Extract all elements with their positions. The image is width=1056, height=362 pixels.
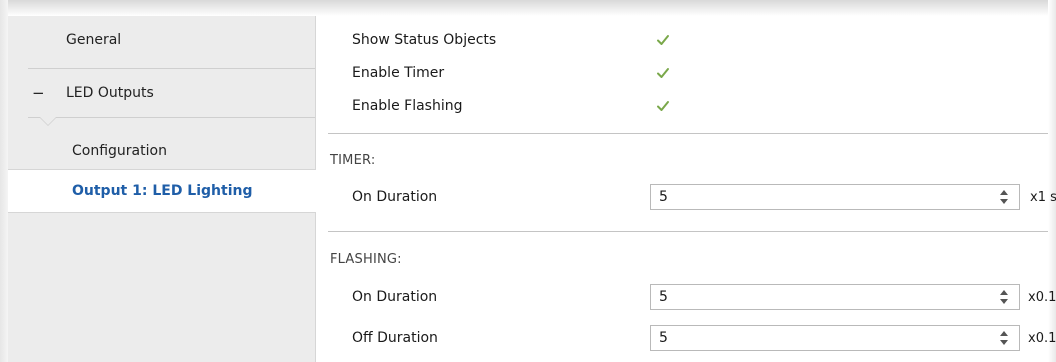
flashing-on-duration-input[interactable] [659, 288, 979, 306]
left-shadow [0, 0, 8, 362]
timer-section-title: TIMER: [330, 153, 376, 168]
parameters-window: General − LED Outputs Configuration Outp… [0, 0, 1056, 362]
timer-on-duration-input[interactable] [659, 188, 979, 206]
sidebar-item-output-1[interactable]: Output 1: LED Lighting [8, 169, 316, 213]
tree-notch-icon [40, 117, 56, 125]
enable-timer-checkbox[interactable] [656, 66, 670, 80]
spin-up-icon[interactable] [1000, 331, 1008, 336]
flashing-off-duration-input[interactable] [659, 329, 979, 347]
timer-on-duration-label: On Duration [352, 189, 438, 205]
sidebar-item-led-outputs[interactable]: − LED Outputs [8, 69, 315, 119]
option-label: Enable Timer [352, 65, 445, 81]
collapse-icon[interactable]: − [32, 84, 45, 102]
sidebar-item-label: Output 1: LED Lighting [72, 183, 253, 199]
flashing-on-duration-field[interactable] [650, 284, 1020, 310]
right-shadow [1048, 0, 1056, 362]
spinner[interactable] [999, 329, 1009, 347]
sidebar: General − LED Outputs Configuration Outp… [8, 16, 316, 362]
enable-flashing-checkbox[interactable] [656, 99, 670, 113]
sidebar-item-label: General [66, 32, 122, 48]
spinner[interactable] [999, 188, 1009, 206]
unit-label: x0.1 s [1028, 331, 1056, 346]
timer-on-duration-field[interactable] [650, 184, 1020, 210]
option-label: Enable Flashing [352, 98, 463, 114]
sidebar-item-general[interactable]: General [8, 16, 315, 68]
unit-label: x1 s [1030, 190, 1056, 205]
sidebar-item-label: Configuration [72, 143, 167, 159]
spin-down-icon[interactable] [1000, 340, 1008, 345]
section-divider [328, 231, 1048, 232]
sidebar-divider [28, 117, 315, 118]
spin-up-icon[interactable] [1000, 290, 1008, 295]
spin-up-icon[interactable] [1000, 190, 1008, 195]
unit-label: x0.1 s [1028, 290, 1056, 305]
option-label: Show Status Objects [352, 32, 497, 48]
spinner[interactable] [999, 288, 1009, 306]
flashing-on-duration-label: On Duration [352, 289, 438, 305]
flashing-section-title: FLASHING: [330, 252, 402, 267]
sidebar-item-configuration[interactable]: Configuration [8, 128, 315, 170]
section-divider [328, 133, 1048, 134]
spin-down-icon[interactable] [1000, 199, 1008, 204]
sidebar-item-label: LED Outputs [66, 85, 154, 101]
spin-down-icon[interactable] [1000, 299, 1008, 304]
flashing-off-duration-label: Off Duration [352, 330, 438, 346]
parameters-panel: Show Status Objects Enable Timer Enable … [316, 16, 1056, 362]
show-status-objects-checkbox[interactable] [656, 33, 670, 47]
flashing-off-duration-field[interactable] [650, 325, 1020, 351]
top-shadow [0, 0, 1056, 16]
